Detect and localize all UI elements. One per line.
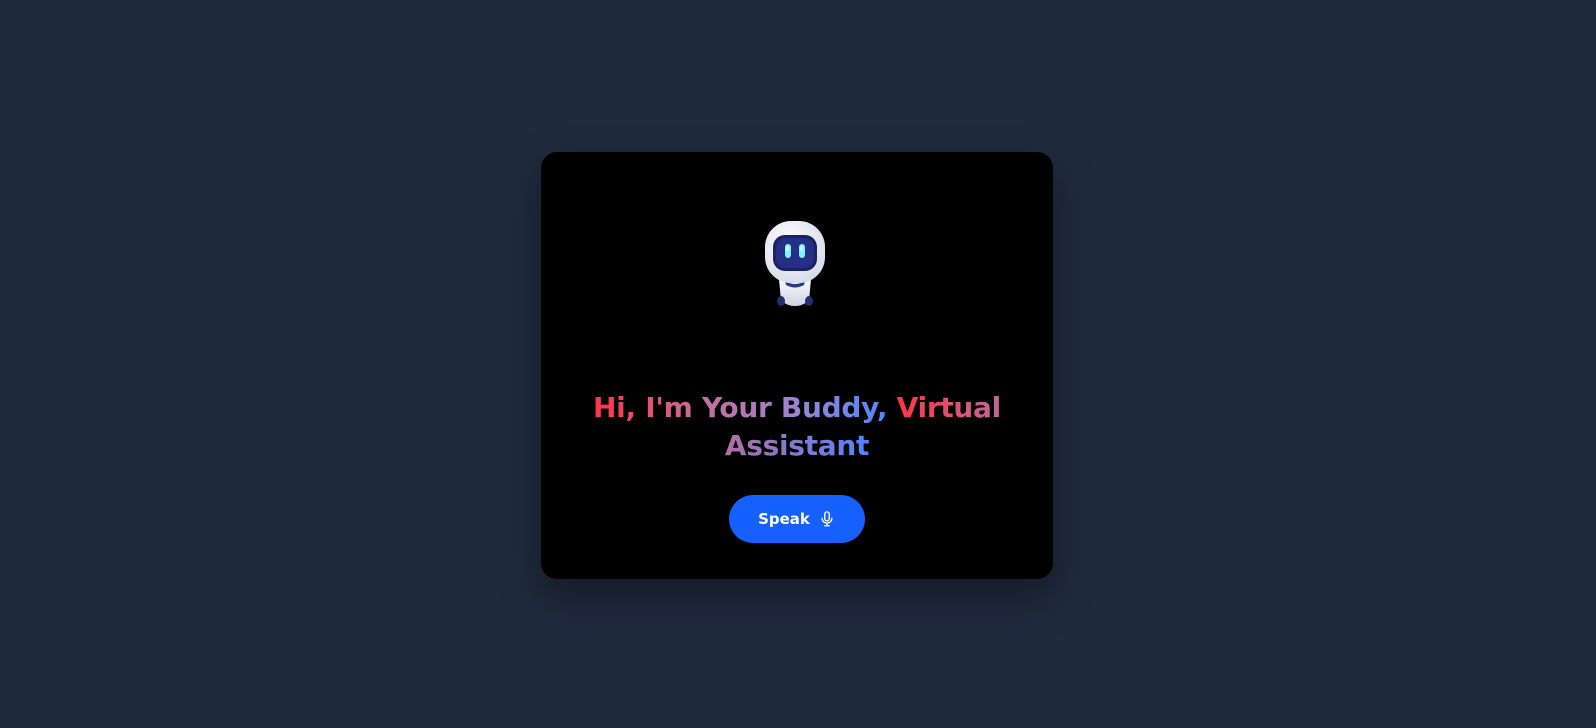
microphone-icon [818, 510, 836, 528]
speak-button-label: Speak [758, 510, 810, 528]
assistant-greeting-heading: Hi, I'm Your Buddy, Virtual Assistant [541, 389, 1053, 465]
greeting-text-part-2: Virtual [896, 391, 1002, 424]
assistant-card: Hi, I'm Your Buddy, Virtual Assistant Sp… [541, 152, 1053, 579]
speak-button[interactable]: Speak [729, 495, 865, 543]
robot-avatar-icon [765, 221, 825, 306]
greeting-text-part-3: Assistant [724, 429, 870, 462]
greeting-text-part-1: Hi, I'm Your Buddy, [593, 391, 888, 424]
greeting-line-2: Assistant [541, 427, 1053, 465]
greeting-line-1: Hi, I'm Your Buddy, Virtual [541, 389, 1053, 427]
page: Hi, I'm Your Buddy, Virtual Assistant Sp… [0, 0, 1596, 728]
